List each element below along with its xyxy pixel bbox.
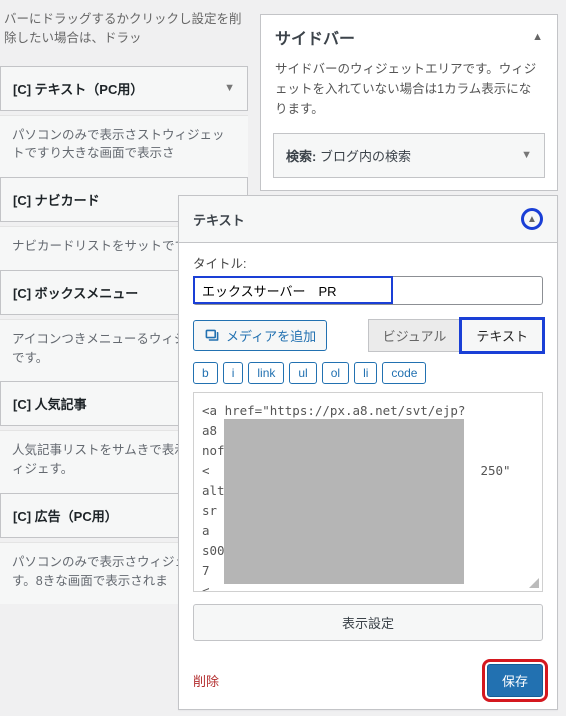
code-line: sr [202, 503, 217, 518]
display-settings-button[interactable]: 表示設定 [193, 604, 543, 641]
tab-text[interactable]: テキスト [461, 319, 543, 352]
widget-item[interactable]: [C] テキスト（PC用） ▼ [0, 66, 248, 111]
code-line: < [202, 583, 210, 592]
qtag-code[interactable]: code [382, 362, 426, 384]
qtag-i[interactable]: i [223, 362, 244, 384]
qtag-ul[interactable]: ul [289, 362, 316, 384]
text-widget-header: テキスト [193, 210, 245, 229]
widget-title: [C] ナビカード [13, 190, 100, 209]
widget-title: [C] ボックスメニュー [13, 283, 138, 302]
qtag-li[interactable]: li [354, 362, 377, 384]
quicktags-toolbar: b i link ul ol li code [193, 362, 543, 384]
redaction-mask [224, 419, 464, 584]
chevron-down-icon: ▼ [521, 150, 532, 161]
code-line: <a href="https://px.a8.net/svt/ejp? [202, 403, 465, 418]
sidebar-desc: サイドバーのウィジェットエリアです。ウィジェットを入れていない場合は1カラム表示… [261, 55, 557, 133]
widget-desc: パソコンのみで表示さストウィジェットですり大きな画面で表示さ [0, 115, 248, 178]
tab-visual[interactable]: ビジュアル [368, 319, 462, 352]
title-label: タイトル: [193, 253, 543, 272]
widget-title: [C] テキスト（PC用） [13, 79, 143, 98]
help-text: バーにドラッグするかクリックし設定を削除したい場合は、ドラッ [0, 10, 248, 66]
chevron-down-icon: ▼ [224, 83, 235, 94]
save-button[interactable]: 保存 [487, 664, 543, 697]
sidebar-search-widget[interactable]: 検索: ブログ内の検索 ▼ [273, 133, 545, 178]
widget-title: [C] 広告（PC用） [13, 506, 118, 525]
title-input[interactable] [193, 276, 543, 305]
content-textarea[interactable]: <a href="https://px.a8.net/svt/ejp? a8 n… [193, 392, 543, 592]
search-label: 検索: [286, 149, 316, 164]
widget-title: [C] 人気記事 [13, 394, 87, 413]
search-value: ブログ内の検索 [320, 149, 411, 164]
qtag-b[interactable]: b [193, 362, 218, 384]
add-media-label: メディアを追加 [226, 326, 316, 345]
delete-link[interactable]: 削除 [193, 671, 219, 690]
editor-tabs: ビジュアル テキスト [368, 319, 543, 352]
chevron-up-icon[interactable]: ▲ [532, 32, 543, 43]
collapse-button[interactable]: ▲ [521, 208, 543, 230]
code-line: 7 [202, 563, 210, 578]
sidebar-panel: サイドバー ▲ サイドバーのウィジェットエリアです。ウィジェットを入れていない場… [260, 14, 558, 191]
media-icon [204, 328, 220, 344]
add-media-button[interactable]: メディアを追加 [193, 320, 327, 351]
qtag-ol[interactable]: ol [322, 362, 349, 384]
sidebar-title: サイドバー [275, 25, 355, 49]
resize-handle-icon[interactable] [526, 575, 540, 589]
text-widget-panel: テキスト ▲ タイトル: メディアを追加 ビジュアル テキスト b i link… [178, 195, 558, 710]
qtag-link[interactable]: link [248, 362, 284, 384]
